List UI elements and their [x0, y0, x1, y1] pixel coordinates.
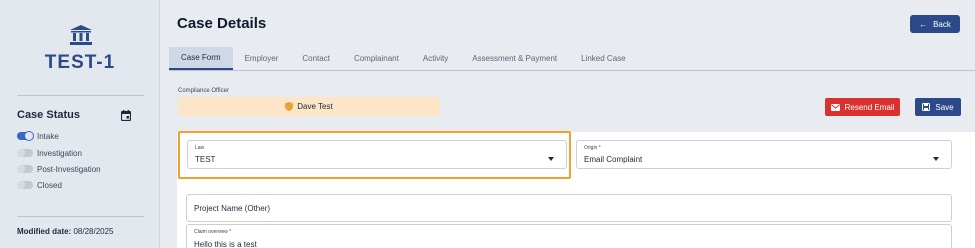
status-toggle[interactable]	[17, 149, 33, 157]
dropdown-caret-icon	[933, 157, 939, 161]
shield-icon	[285, 102, 294, 111]
origin-select[interactable]: Origin * Email Complaint	[576, 140, 952, 169]
back-button[interactable]: ← Back	[910, 15, 960, 33]
main-content: Case Details ← Back Case Form Employer C…	[161, 0, 975, 248]
claim-overview-value: Hello this is a test	[194, 240, 257, 248]
origin-value: Email Complaint	[584, 155, 643, 164]
status-toggle[interactable]	[17, 131, 34, 141]
tabs-divider	[169, 70, 975, 71]
officer-badge: Dave Test	[178, 97, 440, 116]
save-label: Save	[935, 102, 954, 112]
back-label: Back	[933, 19, 951, 29]
tab-complainant[interactable]: Complainant	[342, 47, 411, 70]
case-status-title: Case Status	[17, 109, 80, 121]
calendar-icon[interactable]	[121, 110, 131, 121]
save-icon	[922, 103, 931, 111]
status-label: Closed	[37, 180, 62, 190]
status-label: Intake	[37, 131, 59, 141]
officer-label: Compliance Officer	[178, 88, 229, 94]
law-field-highlight	[178, 131, 571, 179]
claim-overview-label: Claim overview *	[194, 229, 232, 235]
resend-label: Resend Email	[844, 102, 895, 112]
case-id: TEST-1	[44, 52, 116, 73]
modified-date: Modified date: 08/28/2025	[17, 227, 114, 236]
divider	[17, 95, 144, 96]
resend-email-button[interactable]: Resend Email	[825, 98, 900, 116]
arrow-left-icon: ←	[919, 19, 928, 29]
save-button[interactable]: Save	[915, 98, 961, 116]
modified-value: 08/28/2025	[73, 227, 114, 236]
origin-label: Origin *	[584, 145, 601, 151]
tab-assessment-payment[interactable]: Assessment & Payment	[460, 47, 569, 70]
status-toggle[interactable]	[17, 165, 33, 173]
status-label: Investigation	[37, 148, 82, 158]
institution-icon	[70, 25, 92, 45]
status-intake[interactable]: Intake	[17, 130, 59, 142]
officer-name: Dave Test	[297, 102, 333, 111]
tab-linked-case[interactable]: Linked Case	[569, 47, 637, 70]
project-name-placeholder: Project Name (Other)	[194, 204, 271, 213]
status-toggle[interactable]	[17, 181, 33, 189]
tab-case-form[interactable]: Case Form	[169, 47, 233, 70]
sidebar: TEST-1 Case Status Intake Investigation …	[0, 0, 160, 248]
divider	[17, 216, 144, 217]
status-label: Post-Investigation	[37, 164, 101, 174]
status-investigation[interactable]: Investigation	[17, 147, 82, 159]
claim-overview-textarea[interactable]: Claim overview * Hello this is a test	[186, 224, 952, 248]
tab-contact[interactable]: Contact	[290, 47, 342, 70]
tab-employer[interactable]: Employer	[233, 47, 291, 70]
tab-activity[interactable]: Activity	[411, 47, 460, 70]
status-post-investigation[interactable]: Post-Investigation	[17, 163, 101, 175]
email-icon	[830, 103, 840, 111]
status-closed[interactable]: Closed	[17, 179, 62, 191]
page-title: Case Details	[177, 15, 267, 32]
project-name-input[interactable]: Project Name (Other)	[186, 194, 952, 222]
modified-label: Modified date:	[17, 227, 72, 236]
tab-bar: Case Form Employer Contact Complainant A…	[169, 47, 638, 70]
